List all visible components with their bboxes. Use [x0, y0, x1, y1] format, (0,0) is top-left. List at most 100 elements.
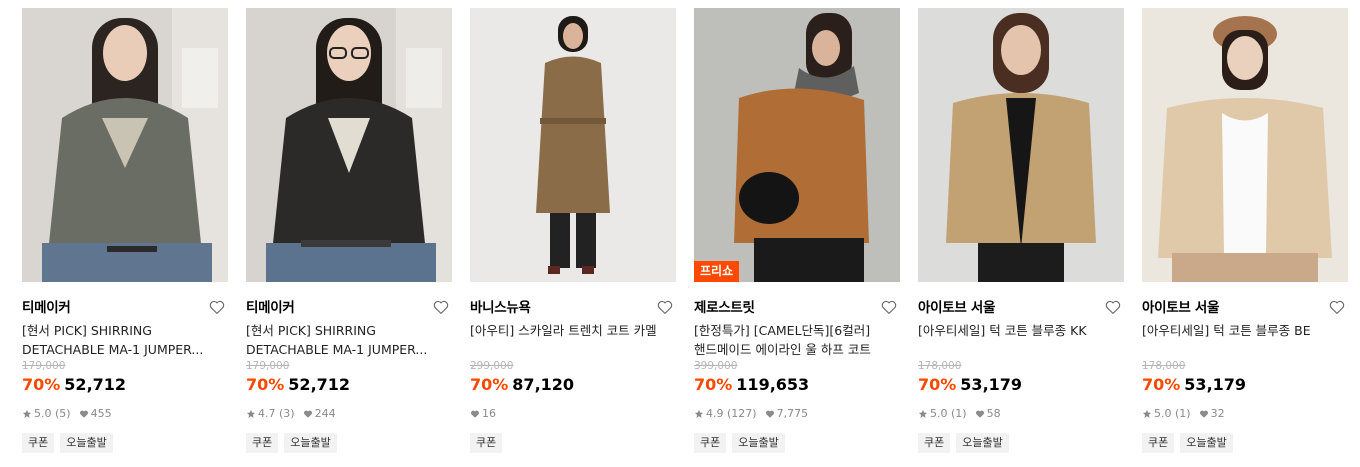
tag-coupon: 쿠폰 — [1142, 433, 1175, 453]
price-row: 70% 53,179 — [918, 375, 1124, 395]
price-row: 70% 52,712 — [246, 375, 452, 395]
likes: 58 — [975, 407, 1001, 421]
product-card[interactable]: 프리쇼 제로스트릿 [한정특가] [CAMEL단독][6컬러] 핸드메이드 에이… — [694, 8, 900, 463]
sale-price: 87,120 — [512, 375, 575, 394]
star-icon — [694, 409, 704, 418]
rating: 5.0 (1) — [918, 407, 967, 421]
brand-name[interactable]: 티메이커 — [22, 300, 71, 316]
original-price: 178,000 — [918, 360, 962, 372]
discount-rate: 70% — [22, 375, 61, 394]
product-name[interactable]: [아우티] 스카일라 트렌치 코트 카멜 — [470, 322, 670, 359]
sale-price: 53,179 — [960, 375, 1023, 394]
tag-coupon: 쿠폰 — [470, 433, 503, 453]
heart-outline-icon[interactable] — [1104, 298, 1122, 316]
product-name[interactable]: [아우티세일] 턱 코튼 블루종 KK — [918, 322, 1118, 359]
product-card[interactable]: 티메이커 [현서 PICK] SHIRRING DETACHABLE MA-1 … — [246, 8, 452, 463]
product-name-line: 핸드메이드 에이라인 울 하프 코트 — [694, 341, 871, 357]
brand-name[interactable]: 아이토브 서울 — [1142, 300, 1219, 316]
sale-price: 52,712 — [64, 375, 127, 394]
product-stats: 5.0 (1) 58 — [918, 407, 1124, 421]
likes: 244 — [303, 407, 336, 421]
brand-name[interactable]: 티메이커 — [246, 300, 295, 316]
tag-today-shipping: 오늘출발 — [732, 433, 785, 453]
sale-price: 119,653 — [736, 375, 810, 394]
sale-price: 52,712 — [288, 375, 351, 394]
heart-outline-icon[interactable] — [880, 298, 898, 316]
product-name[interactable]: [아우티세일] 턱 코튼 블루종 BE — [1142, 322, 1342, 359]
likes: 32 — [1199, 407, 1225, 421]
rating-text: 5.0 (1) — [1154, 407, 1191, 420]
rating-text: 5.0 (1) — [930, 407, 967, 420]
product-name-line: [현서 PICK] SHIRRING — [246, 323, 376, 338]
rating-text: 5.0 (5) — [34, 407, 71, 420]
product-image[interactable] — [246, 8, 452, 282]
product-name-line: DETACHABLE MA-1 JUMPER... — [22, 341, 204, 357]
product-name-line: [아우티세일] 턱 코튼 블루종 BE — [1142, 323, 1311, 338]
likes: 16 — [470, 407, 496, 421]
heart-filled-icon — [79, 410, 88, 418]
heart-outline-icon[interactable] — [656, 298, 674, 316]
tag-list: 쿠폰 오늘출발 — [246, 433, 452, 453]
star-icon — [22, 409, 32, 418]
tag-today-shipping: 오늘출발 — [1180, 433, 1233, 453]
product-name[interactable]: [현서 PICK] SHIRRING DETACHABLE MA-1 JUMPE… — [22, 322, 222, 359]
heart-outline-icon[interactable] — [208, 298, 226, 316]
product-image[interactable] — [1142, 8, 1348, 282]
discount-rate: 70% — [918, 375, 957, 394]
likes-count: 58 — [986, 407, 1001, 420]
product-name-line: [아우티세일] 턱 코튼 블루종 KK — [918, 323, 1087, 338]
product-name-line: [한정특가] [CAMEL단독][6컬러] — [694, 323, 871, 338]
product-name[interactable]: [현서 PICK] SHIRRING DETACHABLE MA-1 JUMPE… — [246, 322, 446, 359]
product-name-line: [현서 PICK] SHIRRING — [22, 323, 152, 338]
original-price: 299,000 — [470, 360, 514, 372]
product-image[interactable] — [470, 8, 676, 282]
tag-today-shipping: 오늘출발 — [956, 433, 1009, 453]
heart-outline-icon[interactable] — [432, 298, 450, 316]
price-row: 70% 87,120 — [470, 375, 676, 395]
original-price: 179,000 — [22, 360, 66, 372]
discount-rate: 70% — [1142, 375, 1181, 394]
rating: 5.0 (5) — [22, 407, 71, 421]
tag-coupon: 쿠폰 — [22, 433, 55, 453]
tag-list: 쿠폰 오늘출발 — [694, 433, 900, 453]
tag-list: 쿠폰 오늘출발 — [918, 433, 1124, 453]
original-price: 178,000 — [1142, 360, 1186, 372]
live-badge: 프리쇼 — [694, 261, 740, 282]
tag-list: 쿠폰 — [470, 433, 676, 453]
heart-filled-icon — [470, 410, 480, 418]
likes-count: 244 — [314, 407, 336, 420]
rating-text: 4.9 (127) — [706, 407, 757, 420]
heart-filled-icon — [303, 410, 312, 418]
star-icon — [246, 409, 256, 418]
price-row: 70% 119,653 — [694, 375, 900, 395]
product-name-line: [아우티] 스카일라 트렌치 코트 카멜 — [470, 323, 657, 338]
rating: 4.7 (3) — [246, 407, 295, 421]
brand-name[interactable]: 제로스트릿 — [694, 300, 755, 316]
heart-outline-icon[interactable] — [1328, 298, 1346, 316]
product-image[interactable] — [918, 8, 1124, 282]
product-card[interactable]: 티메이커 [현서 PICK] SHIRRING DETACHABLE MA-1 … — [22, 8, 228, 463]
product-card[interactable]: 아이토브 서울 [아우티세일] 턱 코튼 블루종 KK 178,000 70% 5… — [918, 8, 1124, 463]
discount-rate: 70% — [246, 375, 285, 394]
tag-list: 쿠폰 오늘출발 — [22, 433, 228, 453]
tag-coupon: 쿠폰 — [694, 433, 727, 453]
rating-text: 4.7 (3) — [258, 407, 295, 420]
brand-name[interactable]: 바니스뉴욕 — [470, 300, 531, 316]
star-icon — [1142, 409, 1152, 418]
likes-count: 7,775 — [776, 407, 809, 420]
product-image[interactable]: 프리쇼 — [694, 8, 900, 282]
product-card[interactable]: 아이토브 서울 [아우티세일] 턱 코튼 블루종 BE 178,000 70% 5… — [1142, 8, 1348, 463]
heart-filled-icon — [975, 410, 984, 418]
star-icon — [918, 409, 928, 418]
tag-list: 쿠폰 오늘출발 — [1142, 433, 1348, 453]
rating: 5.0 (1) — [1142, 407, 1191, 421]
likes-count: 32 — [1210, 407, 1225, 420]
product-card[interactable]: 바니스뉴욕 [아우티] 스카일라 트렌치 코트 카멜 299,000 70% 87… — [470, 8, 676, 463]
product-stats: 16 — [470, 407, 676, 421]
product-name[interactable]: [한정특가] [CAMEL단독][6컬러] 핸드메이드 에이라인 울 하프 코트 — [694, 322, 894, 359]
tag-coupon: 쿠폰 — [918, 433, 951, 453]
product-name-line: DETACHABLE MA-1 JUMPER... — [246, 341, 428, 357]
rating: 4.9 (127) — [694, 407, 757, 421]
brand-name[interactable]: 아이토브 서울 — [918, 300, 995, 316]
product-image[interactable] — [22, 8, 228, 282]
